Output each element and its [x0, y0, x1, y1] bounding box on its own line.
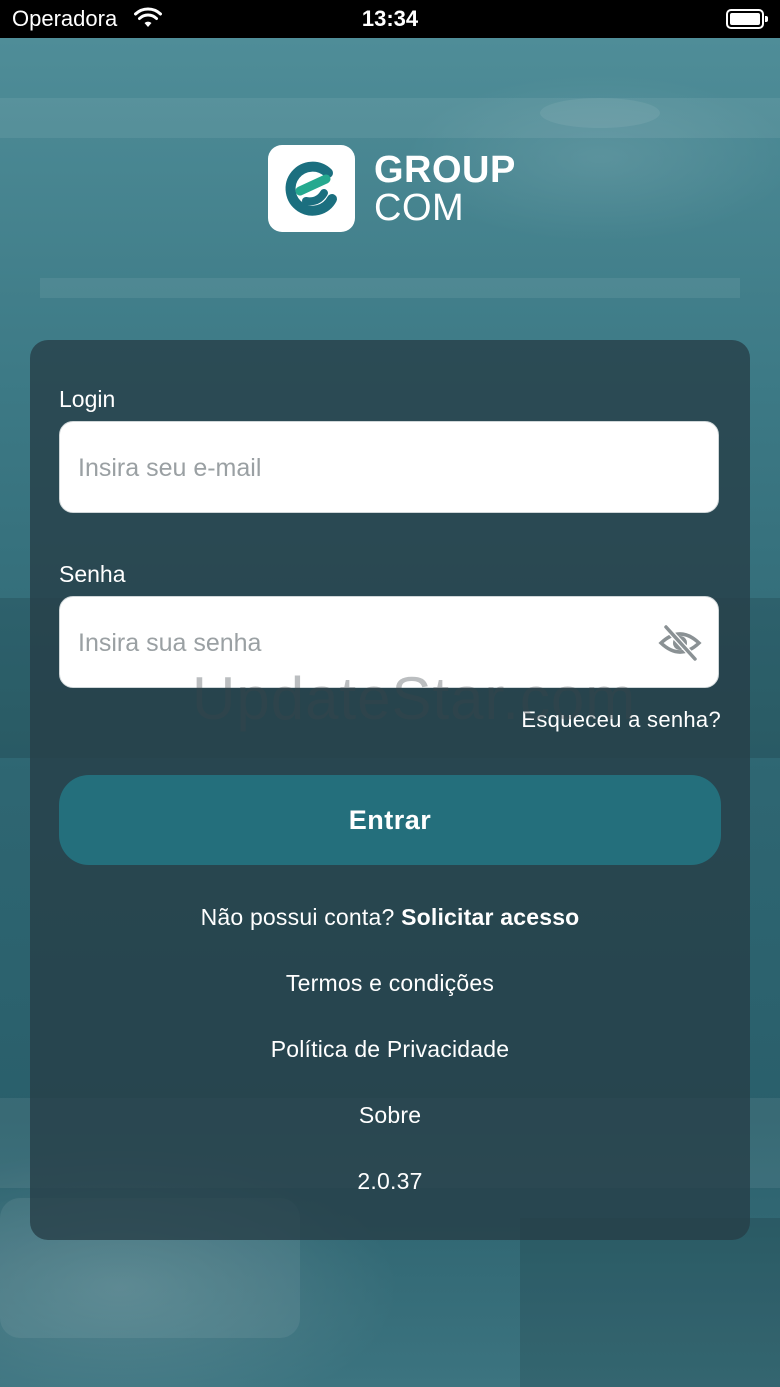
brand-line1: GROUP [374, 149, 516, 191]
battery-icon [726, 9, 768, 29]
forgot-password-link[interactable]: Esqueceu a senha? [521, 707, 721, 733]
status-bar: Operadora 13:34 [0, 0, 780, 38]
eye-slash-icon[interactable] [658, 623, 702, 663]
login-label: Login [59, 386, 116, 412]
terms-link[interactable]: Termos e condições [30, 970, 750, 997]
email-field[interactable] [76, 422, 640, 514]
brand-wordmark: GROUP COM [374, 151, 516, 227]
app-version: 2.0.37 [357, 1168, 423, 1194]
about-link[interactable]: Sobre [30, 1102, 750, 1129]
request-access-link[interactable]: Solicitar acesso [401, 904, 579, 930]
no-account-text: Não possui conta? [200, 904, 395, 930]
brand-line2: COM [374, 187, 465, 229]
request-access-row: Não possui conta? Solicitar acesso [30, 904, 750, 931]
password-field-container[interactable] [59, 596, 719, 689]
submit-button[interactable]: Entrar [59, 775, 721, 865]
login-card: Login Senha Esqueceu a senha? Entrar Não… [30, 340, 750, 1240]
privacy-policy-link[interactable]: Política de Privacidade [30, 1036, 750, 1063]
email-field-container[interactable] [59, 421, 719, 514]
status-time: 13:34 [361, 6, 419, 31]
password-label: Senha [59, 561, 126, 587]
logo-mark-icon [268, 145, 355, 232]
password-field[interactable] [76, 597, 640, 689]
